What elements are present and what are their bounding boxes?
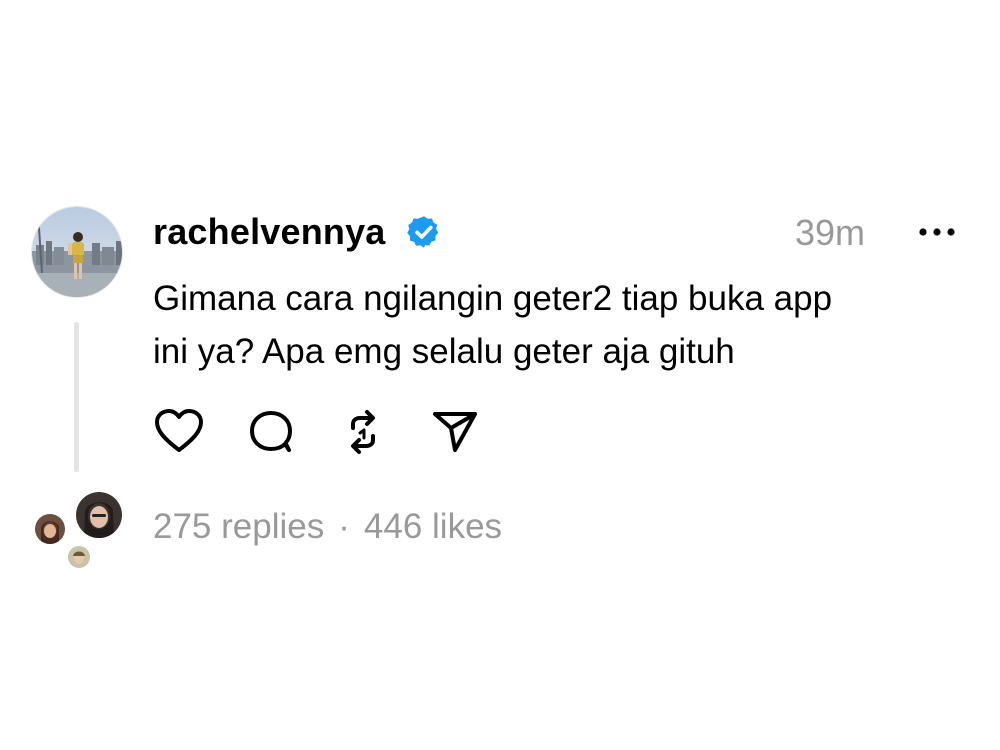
more-horizontal-icon[interactable] (912, 222, 962, 242)
replier-avatar-image (68, 546, 90, 568)
share-button[interactable] (429, 406, 481, 458)
likes-count[interactable]: 446 likes (364, 507, 502, 546)
post-stats: 275 replies · 446 likes (153, 504, 502, 550)
post-text-line: Gimana cara ngilangin geter2 tiap buka a… (153, 279, 833, 318)
thread-post: rachelvennya 39m Gimana cara ngilangin g… (0, 0, 1000, 750)
replies-count[interactable]: 275 replies (153, 507, 324, 546)
like-button[interactable] (153, 406, 205, 458)
repost-icon (351, 410, 375, 454)
author-avatar-image (32, 207, 122, 297)
stats-separator: · (338, 507, 350, 546)
repost-button[interactable] (337, 406, 389, 458)
replier-avatar (74, 490, 124, 540)
post-timestamp: 39m (795, 212, 866, 253)
replier-avatar (66, 544, 92, 570)
heart-icon (155, 409, 203, 452)
reply-button[interactable] (245, 406, 297, 458)
username[interactable]: rachelvennya (153, 208, 386, 256)
send-icon (433, 412, 477, 452)
replier-avatar-image (76, 492, 122, 538)
post-text-line: ini ya? Apa emg selalu geter aja gituh (153, 332, 735, 371)
replier-avatar-image (35, 514, 65, 544)
replier-avatar (33, 512, 67, 546)
author-avatar[interactable] (31, 206, 123, 298)
thread-line (74, 322, 79, 472)
verified-badge-icon (407, 216, 439, 248)
post-text: Gimana cara ngilangin geter2 tiap buka a… (153, 272, 953, 378)
comment-bubble-icon (250, 411, 292, 452)
